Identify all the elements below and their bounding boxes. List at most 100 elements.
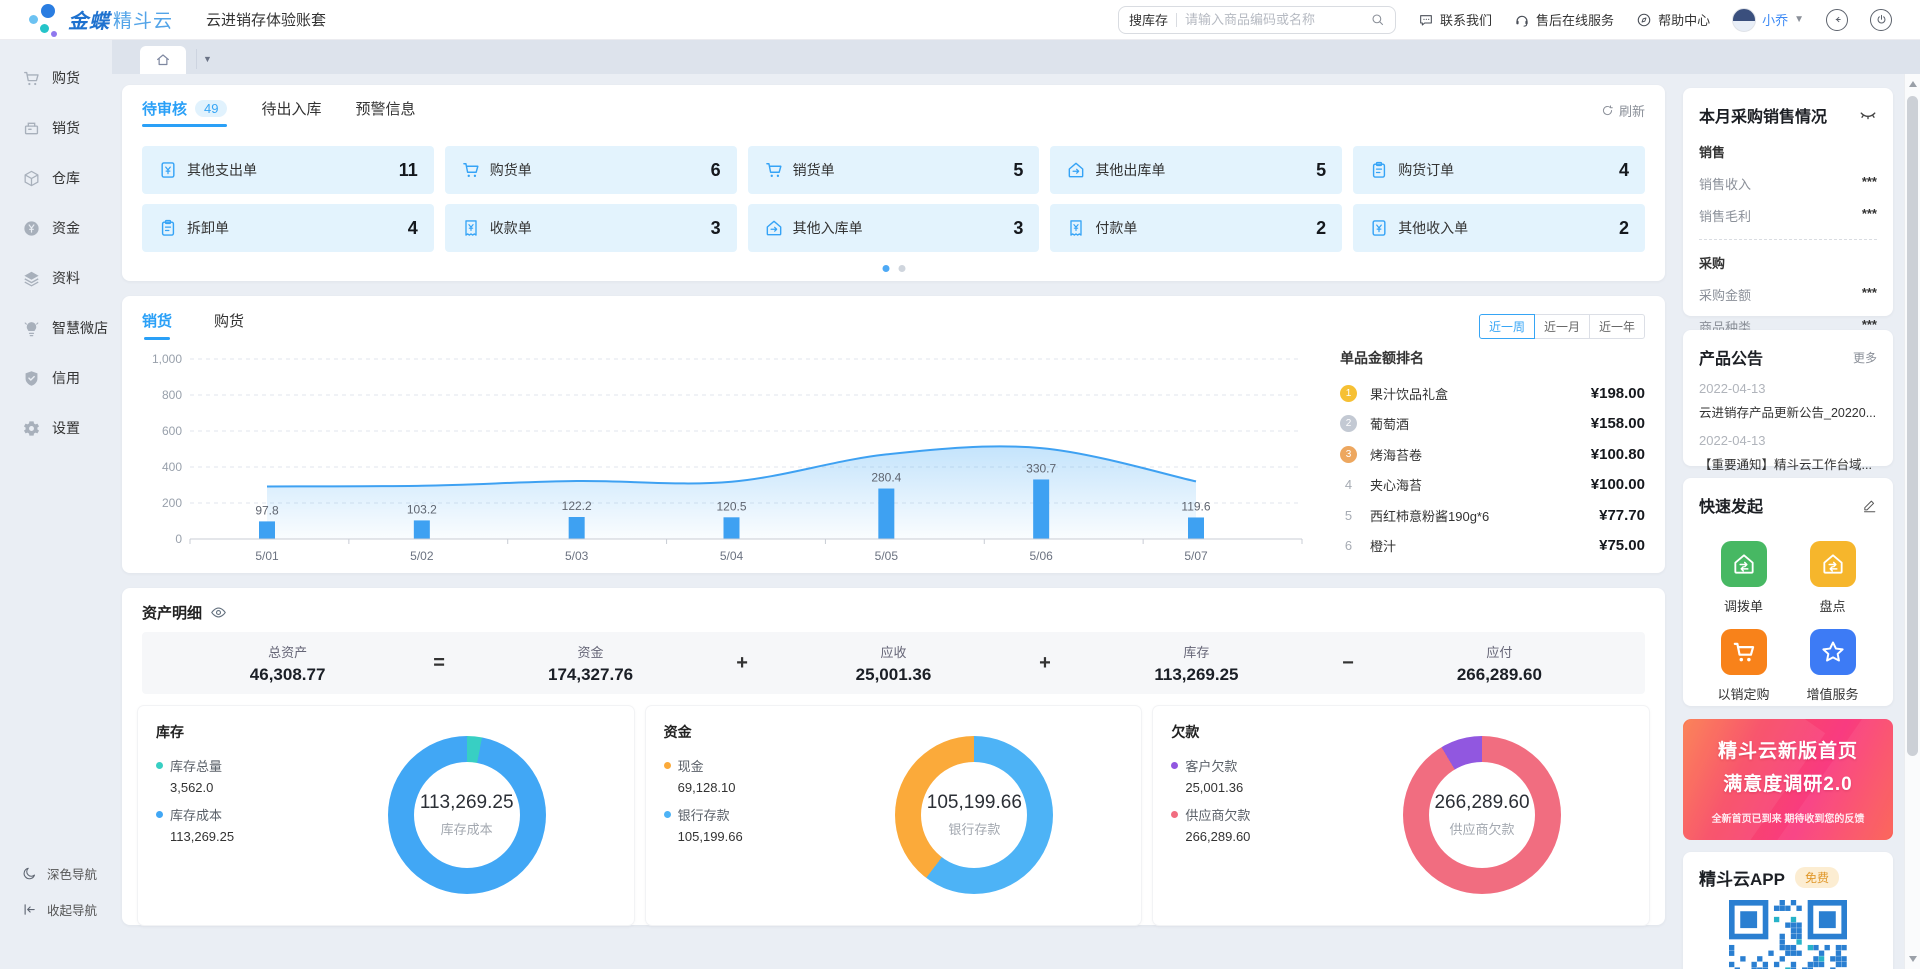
bill-card-disassembly[interactable]: 拆卸单4 [142,204,434,252]
asset-detail-title: 资产明细 [142,602,202,623]
edit-pencil-icon[interactable] [1862,498,1877,513]
house-arrow-icon [1066,160,1086,180]
svg-text:400: 400 [162,460,182,474]
collapse-icon [22,902,37,917]
refresh-icon [1601,104,1614,117]
date-range-switcher: 近一周 近一月 近一年 [1480,314,1645,339]
left-sidebar: 购货 销货 仓库 资金 资料 智慧微店 信用 设置 深色导航 收起导航 [0,40,112,969]
sidebar-item-purchase[interactable]: 购货 [0,53,112,103]
payable-figure: 应付266,289.60 [1439,642,1559,685]
bill-card-other-outbound[interactable]: 其他出库单5 [1050,146,1342,194]
compass-icon [1636,12,1652,28]
banner-line-1: 精斗云新版首页 [1683,736,1893,763]
bill-card-other-inbound[interactable]: 其他入库单3 [748,204,1040,252]
purchase-group-label: 采购 [1699,253,1877,272]
survey-banner[interactable]: 精斗云新版首页 满意度调研2.0 全新首页已到来 期待收到您的反馈 [1683,719,1893,840]
shield-check-icon [22,369,41,388]
range-year-button[interactable]: 近一年 [1589,314,1645,339]
range-month-button[interactable]: 近一月 [1534,314,1590,339]
headset-icon [1514,12,1530,28]
announcements-card: 产品公告 更多 2022-04-13 云进销存产品更新公告_20220... 2… [1683,330,1893,466]
app-title: 精斗云APP [1699,865,1785,890]
svg-text:5/07: 5/07 [1184,549,1208,563]
sidebar-item-sales[interactable]: 销货 [0,103,112,153]
quick-transfer-order[interactable]: 调拨单 [1699,541,1788,615]
dark-nav-toggle[interactable]: 深色导航 [0,858,112,888]
sidebar-item-settings[interactable]: 设置 [0,403,112,453]
search-icon[interactable] [1370,12,1385,27]
svg-text:0: 0 [175,532,182,546]
bill-card-sales-order[interactable]: 销货单5 [748,146,1040,194]
announcement-link[interactable]: 【重要通知】精斗云工作台域... [1699,454,1877,473]
contact-us-link[interactable]: 联系我们 [1418,10,1492,29]
tab-pending-approval[interactable]: 待审核 49 [142,98,227,127]
avatar [1732,8,1756,32]
silver-medal-icon: 2 [1340,415,1357,432]
receipt-icon [1066,218,1086,238]
refresh-button[interactable]: 刷新 [1601,101,1645,120]
product-amount-ranking: 单品金额排名 1果汁饮品礼盒¥198.00 2葡萄酒¥158.00 3烤海苔卷¥… [1340,348,1645,561]
home-tab[interactable] [140,46,186,74]
ranking-row[interactable]: 6橙汁¥75.00 [1340,531,1645,562]
bulb-icon [22,319,41,338]
sidebar-item-smart-store[interactable]: 智慧微店 [0,303,112,353]
range-week-button[interactable]: 近一周 [1479,314,1535,339]
carousel-dot-1[interactable] [882,265,889,272]
sidebar-item-warehouse[interactable]: 仓库 [0,153,112,203]
quick-purchase-by-sales[interactable]: 以销定购 [1699,629,1788,703]
announcement-link[interactable]: 云进销存产品更新公告_20220... [1699,402,1877,421]
tab-sales[interactable]: 销货 [142,310,172,340]
bill-card-payment[interactable]: 付款单2 [1050,204,1342,252]
ranking-row[interactable]: 1果汁饮品礼盒¥198.00 [1340,378,1645,409]
after-sales-service-link[interactable]: 售后在线服务 [1514,10,1614,29]
bill-card-other-income[interactable]: 其他收入单2 [1353,204,1645,252]
svg-text:5/01: 5/01 [255,549,279,563]
banner-line-3: 全新首页已到来 期待收到您的反馈 [1683,810,1893,825]
user-menu[interactable]: 小乔 ▼ [1732,8,1804,32]
carousel-dot-2[interactable] [898,265,905,272]
back-button[interactable] [1826,9,1848,31]
ranking-row[interactable]: 3烤海苔卷¥100.80 [1340,439,1645,470]
eye-off-icon[interactable] [1859,106,1877,124]
more-link[interactable]: 更多 [1853,349,1877,366]
inventory-search-box[interactable]: 搜库存 [1118,6,1396,34]
pending-approval-count-badge: 49 [195,100,227,117]
bill-card-other-expense[interactable]: 其他支出单11 [142,146,434,194]
ranking-row[interactable]: 5西红柿意粉酱190g*6¥77.70 [1340,500,1645,531]
collapse-nav-toggle[interactable]: 收起导航 [0,894,112,924]
asset-detail-card: 资产明细 总资产46,308.77 = 资金174,327.76 + 应收25,… [122,588,1665,925]
tab-pending-inout[interactable]: 待出入库 [261,98,321,127]
tab-warning-info[interactable]: 预警信息 [356,98,416,127]
tab-purchase[interactable]: 购货 [214,310,244,340]
announcements-title: 产品公告 [1699,345,1763,369]
scroll-down-arrow[interactable] [1909,956,1917,962]
bill-card-purchase-request[interactable]: 购货订单4 [1353,146,1645,194]
bill-card-receipt[interactable]: 收款单3 [445,204,737,252]
brand-logo[interactable]: 金蝶 精斗云 [28,3,178,37]
help-center-link[interactable]: 帮助中心 [1636,10,1710,29]
sidebar-item-data[interactable]: 资料 [0,253,112,303]
cart-icon [461,160,481,180]
total-assets-figure: 总资产46,308.77 [228,642,348,685]
ranking-row[interactable]: 4夹心海苔¥100.00 [1340,470,1645,501]
svg-text:600: 600 [162,424,182,438]
scrollbar-thumb[interactable] [1907,96,1918,756]
bill-card-purchase-order[interactable]: 购货单6 [445,146,737,194]
logout-button[interactable] [1870,9,1892,31]
tab-dropdown-button[interactable]: ▼ [196,49,218,69]
search-divider [1176,13,1177,27]
inventory-section: 库存 库存总量 3,562.0 库存成本 113,269.25 113,269.… [138,706,634,925]
sidebar-item-funds[interactable]: 资金 [0,203,112,253]
quick-stocktake[interactable]: 盘点 [1788,541,1877,615]
search-scope-label[interactable]: 搜库存 [1129,10,1168,29]
eye-icon[interactable] [210,604,227,621]
section-title: 资金 [664,722,1124,742]
ranking-row[interactable]: 2葡萄酒¥158.00 [1340,409,1645,440]
operator-plus: + [736,652,748,675]
search-input[interactable] [1185,12,1370,27]
vertical-scrollbar [1904,74,1920,969]
quick-value-added-services[interactable]: 增值服务 [1788,629,1877,703]
sidebar-item-credit[interactable]: 信用 [0,353,112,403]
scroll-up-arrow[interactable] [1909,81,1917,87]
section-title: 库存 [156,722,616,742]
